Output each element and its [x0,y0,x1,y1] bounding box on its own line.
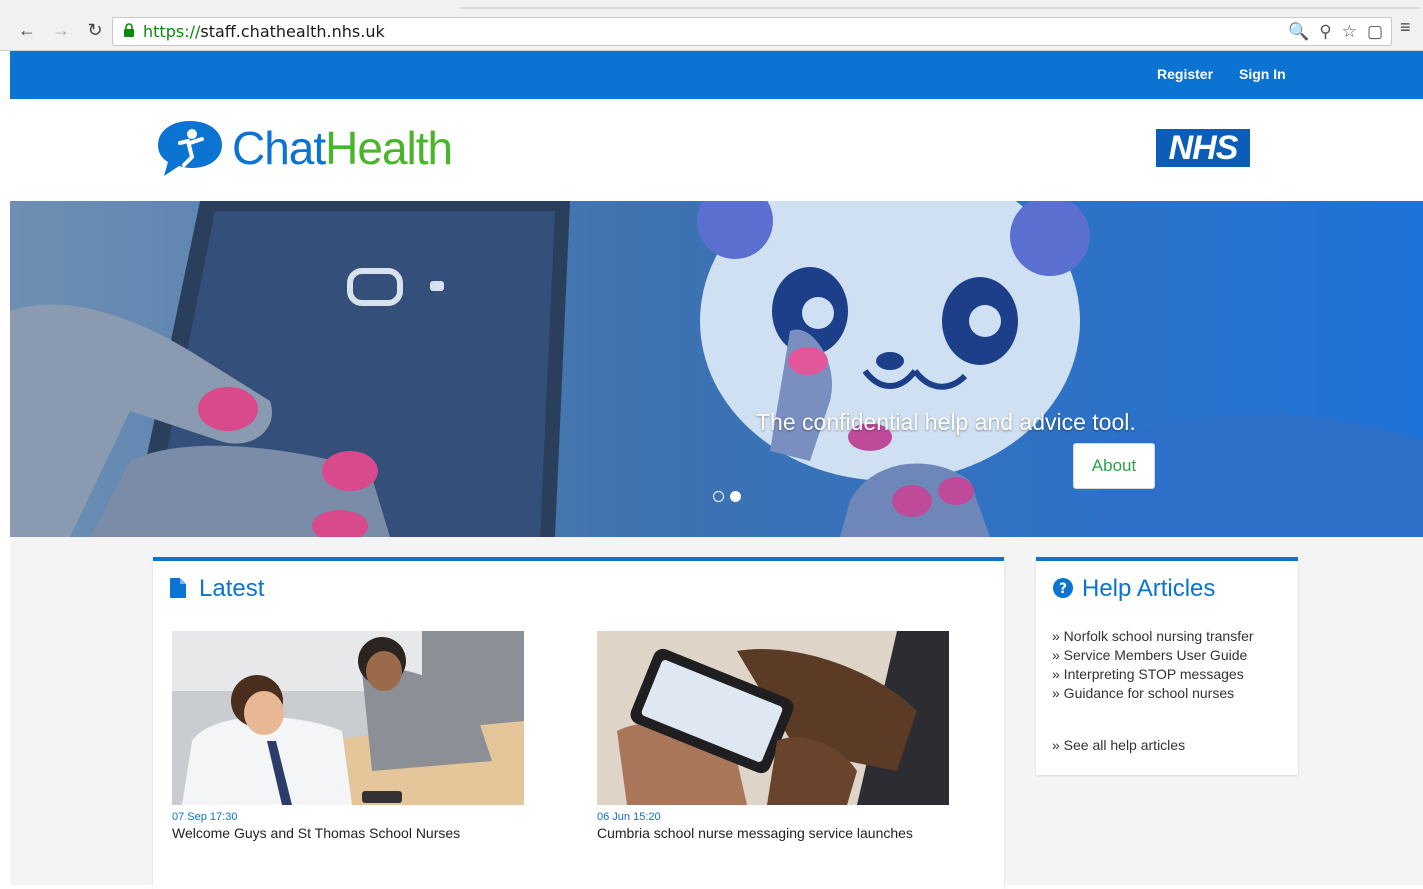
carousel-dot-1[interactable] [713,491,724,502]
news-item[interactable]: 06 Jun 15:20 Cumbria school nurse messag… [597,631,949,841]
hero-image [10,201,1423,537]
header: ChatHealth NHS [10,99,1423,201]
latest-panel: Latest 07 Sep 17:30 Welcome Guys and St … [153,557,1004,889]
svg-text:?: ? [1059,581,1067,597]
hero-carousel: The confidential help and advice tool. A… [10,201,1423,537]
help-article-link[interactable]: » Guidance for school nurses [1052,684,1254,703]
help-article-link[interactable]: » Norfolk school nursing transfer [1052,627,1254,646]
url-protocol: https:// [143,22,201,41]
chathealth-logo-text[interactable]: ChatHealth [232,121,453,175]
help-article-link[interactable]: » Service Members User Guide [1052,646,1254,665]
zoom-icon[interactable]: 🔍 [1288,22,1309,42]
logo-health-text: Health [325,122,453,174]
help-articles-title: Help Articles [1082,575,1216,602]
question-circle-icon: ? [1053,578,1073,598]
top-nav-bar: Register Sign In [10,51,1423,99]
extension-icon[interactable]: ▢ [1367,22,1383,42]
latest-title: Latest [199,575,265,602]
menu-icon[interactable]: ≡ [1400,17,1411,38]
forward-arrow-icon[interactable]: → [48,17,74,43]
help-articles-list: » Norfolk school nursing transfer » Serv… [1052,627,1254,703]
url-text: https://staff.chathealth.nhs.uk [143,22,385,41]
document-icon [170,578,186,598]
see-all-help-articles-link[interactable]: » See all help articles [1052,737,1185,753]
news-date: 07 Sep 17:30 [172,811,238,823]
address-bar[interactable]: https://staff.chathealth.nhs.uk 🔍 ⚲ ☆ ▢ [112,17,1392,46]
news-date: 06 Jun 15:20 [597,811,661,823]
logo-chat-text: Chat [232,122,326,174]
carousel-dot-2[interactable] [730,491,741,502]
key-icon[interactable]: ⚲ [1319,22,1331,42]
register-link[interactable]: Register [1157,66,1213,82]
url-host: staff.chathealth.nhs.uk [200,22,385,41]
news-headline[interactable]: Cumbria school nurse messaging service l… [597,825,949,841]
about-button[interactable]: About [1073,443,1155,489]
help-articles-panel: ? Help Articles » Norfolk school nursing… [1036,557,1298,775]
news-item[interactable]: 07 Sep 17:30 Welcome Guys and St Thomas … [172,631,524,841]
nhs-logo: NHS [1156,129,1250,167]
star-icon[interactable]: ☆ [1342,22,1357,42]
sign-in-link[interactable]: Sign In [1239,66,1286,82]
browser-chrome: ← → ↻ https://staff.chathealth.nhs.uk 🔍 … [0,0,1423,51]
back-arrow-icon[interactable]: ← [14,17,40,43]
lock-icon [124,23,134,37]
tab-strip [230,7,1420,9]
help-article-link[interactable]: » Interpreting STOP messages [1052,665,1254,684]
news-image-school-nurses[interactable] [172,631,524,805]
reload-icon[interactable]: ↻ [82,17,108,43]
news-headline[interactable]: Welcome Guys and St Thomas School Nurses [172,825,524,841]
hero-tagline: The confidential help and advice tool. [756,409,1136,435]
chathealth-logo-icon[interactable] [154,117,226,179]
news-image-cumbria[interactable] [597,631,949,805]
